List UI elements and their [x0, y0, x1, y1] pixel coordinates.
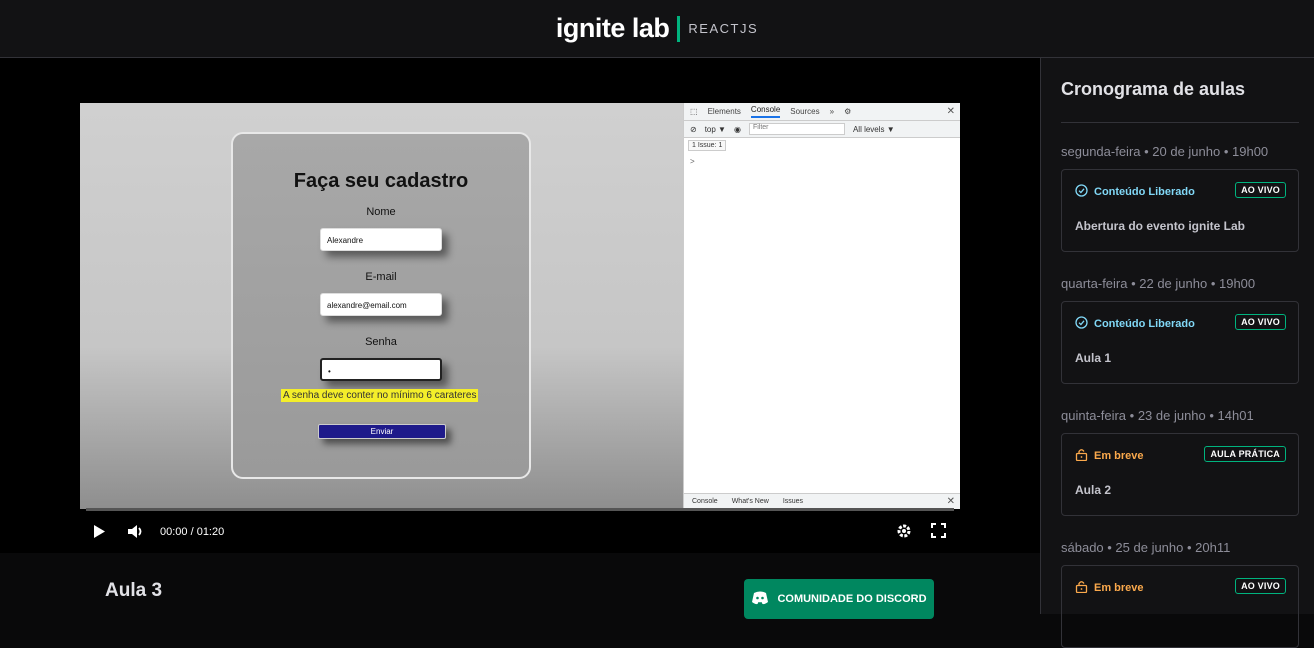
clear-console-icon: ⊘ [690, 124, 697, 134]
lesson-status-label: Conteúdo Liberado [1094, 186, 1195, 198]
lesson-card[interactable]: Em breve AO VIVO [1061, 565, 1299, 648]
name-field: Alexandre [320, 228, 442, 251]
discord-icon [751, 591, 769, 608]
drawer-tab-console: Console [692, 498, 718, 505]
volume-icon[interactable] [127, 524, 145, 544]
submit-button: Enviar [318, 424, 446, 439]
lesson-card[interactable]: Em breve AULA PRÁTICA Aula 2 [1061, 433, 1299, 516]
form-title: Faça seu cadastro [293, 170, 469, 192]
lesson-status-label: Em breve [1094, 582, 1144, 594]
lesson-status-label: Em breve [1094, 450, 1144, 462]
lesson-badge: AULA PRÁTICA [1204, 446, 1286, 462]
video-webpage: Faça seu cadastro Nome Alexandre E-mail … [80, 103, 683, 509]
close-icon: ✕ [946, 106, 955, 117]
console-prompt: > [690, 157, 695, 166]
lesson-name: Aula 1 [1075, 351, 1112, 365]
lesson-title: Aula 3 [105, 580, 163, 601]
password-label: Senha [365, 336, 397, 348]
drawer-close-icon: ✕ [946, 496, 955, 507]
schedule-sidebar: Cronograma de aulas segunda-feira • 20 d… [1040, 58, 1314, 648]
devtools-panel: ⬚ Elements Console Sources » ⚙ ✕ ⊘ top ▼… [683, 103, 960, 509]
video-player[interactable]: Faça seu cadastro Nome Alexandre E-mail … [0, 58, 1040, 553]
settings-icon[interactable] [896, 523, 912, 544]
password-error: A senha deve conter no mínimo 6 caratere… [281, 389, 479, 402]
name-label: Nome [366, 206, 396, 218]
check-circle-icon [1075, 316, 1088, 332]
time-display: 00:00 / 01:20 [160, 526, 225, 538]
devtools-tabs: ⬚ Elements Console Sources » ⚙ ✕ [684, 103, 960, 121]
lesson-card[interactable]: Conteúdo Liberado AO VIVO Abertura do ev… [1061, 169, 1299, 252]
drawer-tab-whats-new: What's New [731, 498, 769, 505]
lesson-date: segunda-feira • 20 de junho • 19h00 [1061, 144, 1269, 159]
lesson-name: Aula 2 [1075, 483, 1112, 497]
devtools-tab-more: » [829, 107, 835, 116]
lesson-item: sábado • 25 de junho • 20h11 Em breve AO… [1061, 540, 1299, 648]
lesson-date: quarta-feira • 22 de junho • 19h00 [1061, 276, 1256, 291]
context-select: top ▼ [704, 124, 726, 134]
devtools-tab-elements: Elements [707, 107, 741, 116]
app-header: ignite lab REACTJS [0, 0, 1314, 58]
lesson-name: Abertura do evento ignite Lab [1075, 219, 1246, 233]
devtools-toolbar: ⊘ top ▼ ◉ Filter All levels ▼ [684, 121, 960, 138]
lesson-status: Conteúdo Liberado [1075, 316, 1195, 332]
discord-button[interactable]: COMUNIDADE DO DISCORD [744, 579, 934, 619]
lesson-item: quarta-feira • 22 de junho • 19h00 Conte… [1061, 276, 1299, 384]
play-icon[interactable] [93, 524, 106, 544]
email-field: alexandre@email.com [320, 293, 442, 316]
progress-bar[interactable] [86, 508, 954, 511]
logo-product: REACTJS [688, 21, 759, 36]
logo[interactable]: ignite lab REACTJS [556, 13, 758, 44]
lesson-status: Em breve [1075, 448, 1144, 464]
console-filter: Filter [748, 123, 845, 135]
lesson-status-label: Conteúdo Liberado [1094, 318, 1195, 330]
lesson-status: Conteúdo Liberado [1075, 184, 1195, 200]
video-controls: 00:00 / 01:20 [0, 517, 1040, 547]
email-label: E-mail [365, 271, 397, 283]
logo-brand: ignite lab [555, 13, 670, 43]
lesson-badge: AO VIVO [1235, 314, 1286, 330]
lesson-badge: AO VIVO [1235, 578, 1286, 594]
gear-icon: ⚙ [844, 107, 852, 116]
lesson-card[interactable]: Conteúdo Liberado AO VIVO Aula 1 [1061, 301, 1299, 384]
lock-icon [1075, 448, 1088, 464]
check-circle-icon [1075, 184, 1088, 200]
password-field: • [320, 358, 442, 381]
lesson-date: sábado • 25 de junho • 20h11 [1061, 540, 1231, 555]
lesson-date: quinta-feira • 23 de junho • 14h01 [1061, 408, 1254, 423]
signup-form-card: Faça seu cadastro Nome Alexandre E-mail … [231, 132, 531, 479]
eye-icon: ◉ [733, 124, 741, 134]
sidebar-divider [1061, 122, 1299, 123]
devtools-drawer: Console What's New Issues ✕ [684, 493, 960, 509]
logo-divider [677, 15, 681, 42]
devtools-tab-console: Console [750, 105, 781, 118]
video-frame: Faça seu cadastro Nome Alexandre E-mail … [80, 103, 960, 509]
lesson-item: quinta-feira • 23 de junho • 14h01 Em br… [1061, 408, 1299, 516]
lesson-badge: AO VIVO [1235, 182, 1286, 198]
sidebar-title: Cronograma de aulas [1061, 79, 1246, 99]
issues-counter: 1 Issue: 1 [688, 140, 727, 151]
levels-select: All levels ▼ [852, 124, 895, 134]
discord-button-label: COMUNIDADE DO DISCORD [777, 593, 927, 605]
drawer-tab-issues: Issues [782, 498, 804, 505]
lesson-status: Em breve [1075, 580, 1144, 596]
lesson-item: segunda-feira • 20 de junho • 19h00 Cont… [1061, 144, 1299, 252]
inspect-icon: ⬚ [690, 107, 698, 116]
fullscreen-icon[interactable] [931, 523, 946, 543]
lock-icon [1075, 580, 1088, 596]
devtools-tab-sources: Sources [790, 107, 820, 116]
